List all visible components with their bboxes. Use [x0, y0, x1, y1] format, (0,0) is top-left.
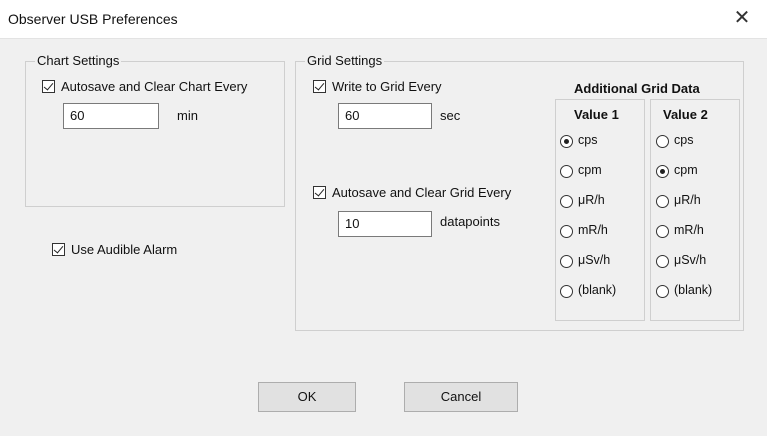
grid-write-unit: sec [440, 108, 461, 123]
value2-radio-label[interactable]: cpm [674, 163, 698, 177]
grid-write-input[interactable]: 60 [338, 103, 432, 129]
value1-radio-label[interactable]: μR/h [578, 193, 605, 207]
value1-radio-3[interactable] [560, 225, 573, 238]
value2-radio-label[interactable]: mR/h [674, 223, 704, 237]
audible-alarm-checkbox[interactable] [52, 243, 65, 256]
value2-radio-label[interactable]: cps [674, 133, 693, 147]
value1-header: Value 1 [574, 107, 619, 122]
ok-button[interactable]: OK [258, 382, 356, 412]
grid-write-label[interactable]: Write to Grid Every [332, 79, 442, 94]
chart-autosave-label[interactable]: Autosave and Clear Chart Every [61, 79, 247, 94]
grid-autosave-input[interactable]: 10 [338, 211, 432, 237]
value2-radio-0[interactable] [656, 135, 669, 148]
value1-radio-label[interactable]: cps [578, 133, 597, 147]
value2-radio-5[interactable] [656, 285, 669, 298]
value2-header: Value 2 [663, 107, 708, 122]
window-title: Observer USB Preferences [8, 11, 178, 27]
value1-radio-5[interactable] [560, 285, 573, 298]
grid-autosave-label[interactable]: Autosave and Clear Grid Every [332, 185, 511, 200]
value2-radio-label[interactable]: (blank) [674, 283, 712, 297]
value2-radio-label[interactable]: μR/h [674, 193, 701, 207]
value2-radio-2[interactable] [656, 195, 669, 208]
value1-radio-0[interactable] [560, 135, 573, 148]
grid-write-checkbox[interactable] [313, 80, 326, 93]
value2-radio-3[interactable] [656, 225, 669, 238]
value2-radio-label[interactable]: μSv/h [674, 253, 706, 267]
additional-grid-data-title: Additional Grid Data [574, 81, 700, 96]
grid-settings-title: Grid Settings [305, 53, 385, 68]
cancel-button[interactable]: Cancel [404, 382, 518, 412]
value2-radio-1[interactable] [656, 165, 669, 178]
value2-radio-4[interactable] [656, 255, 669, 268]
grid-autosave-checkbox[interactable] [313, 186, 326, 199]
chart-settings-title: Chart Settings [35, 53, 122, 68]
audible-alarm-label[interactable]: Use Audible Alarm [71, 242, 177, 257]
value1-radio-label[interactable]: cpm [578, 163, 602, 177]
value1-radio-label[interactable]: mR/h [578, 223, 608, 237]
grid-autosave-unit: datapoints [440, 214, 500, 229]
chart-interval-unit: min [177, 108, 198, 123]
value1-radio-label[interactable]: μSv/h [578, 253, 610, 267]
close-icon[interactable]: ✕ [731, 7, 753, 29]
value1-radio-2[interactable] [560, 195, 573, 208]
chart-autosave-checkbox[interactable] [42, 80, 55, 93]
value1-radio-1[interactable] [560, 165, 573, 178]
value1-radio-label[interactable]: (blank) [578, 283, 616, 297]
chart-interval-input[interactable]: 60 [63, 103, 159, 129]
value1-radio-4[interactable] [560, 255, 573, 268]
title-bar: Observer USB Preferences ✕ [0, 0, 767, 39]
